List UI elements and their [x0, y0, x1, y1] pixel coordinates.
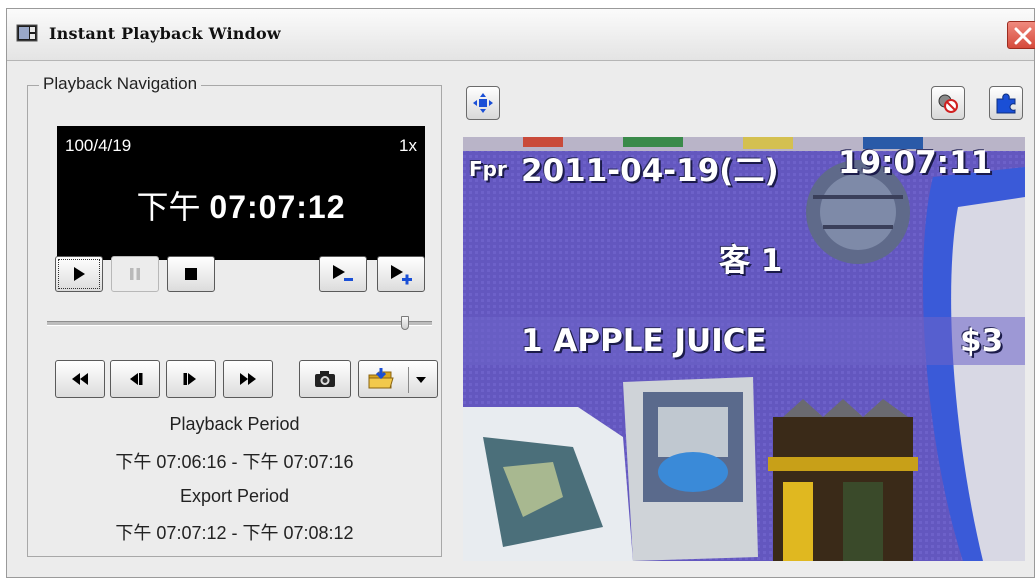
fast-rewind-button[interactable] — [55, 360, 105, 398]
play-icon — [74, 267, 85, 281]
playback-period-label: Playback Period — [169, 414, 300, 434]
fast-forward-button[interactable] — [223, 360, 273, 398]
display-time-prefix: 下午 — [136, 189, 201, 225]
window-app-icon — [16, 23, 38, 43]
display-time-value: 07:07:12 — [209, 189, 346, 225]
playback-slider-thumb[interactable] — [401, 316, 409, 330]
plugin-button[interactable] — [989, 86, 1023, 120]
no-audio-icon — [938, 94, 958, 113]
stop-icon — [185, 268, 197, 280]
osd-price: $3 — [960, 323, 1004, 359]
osd-date: 2011-04-19(二) — [521, 153, 779, 189]
step-back-button[interactable] — [110, 360, 160, 398]
osd-item: 1 APPLE JUICE — [521, 323, 767, 359]
display-date: 100/4/19 — [65, 136, 132, 155]
fast-rewind-icon — [72, 373, 88, 385]
chevron-down-icon[interactable] — [415, 376, 427, 384]
video-view[interactable]: Fpr 2011-04-19(二) 19:07:11 客 1 1 APPLE J… — [463, 137, 1025, 561]
step-forward-icon — [183, 373, 196, 385]
step-forward-button[interactable] — [166, 360, 216, 398]
osd-time: 19:07:11 — [838, 145, 993, 181]
playback-slider-track[interactable] — [47, 321, 432, 326]
export-period-label: Export Period — [179, 486, 290, 506]
export-button[interactable] — [358, 360, 438, 398]
faster-icon — [391, 265, 412, 285]
slower-icon — [333, 265, 353, 281]
puzzle-icon — [996, 93, 1016, 114]
step-back-icon — [130, 373, 143, 385]
window-title: Instant Playback Window — [49, 24, 281, 43]
fit-window-icon — [473, 93, 493, 113]
disable-audio-button[interactable] — [931, 86, 965, 120]
snapshot-button[interactable] — [299, 360, 351, 398]
play-button[interactable] — [55, 256, 103, 292]
playback-period-value: 下午 07:06:16 - 下午 07:07:16 — [115, 452, 354, 472]
time-display: 100/4/19 1x 下午 07:07:12 — [57, 126, 425, 260]
faster-button[interactable] — [377, 256, 425, 292]
pause-icon — [130, 268, 140, 280]
export-period-value: 下午 07:07:12 - 下午 07:08:12 — [115, 523, 354, 543]
osd-customer: 客 1 — [719, 243, 783, 279]
slower-button[interactable] — [319, 256, 367, 292]
export-folder-icon — [368, 368, 394, 389]
close-button[interactable] — [1007, 21, 1035, 49]
display-speed: 1x — [399, 136, 417, 155]
fast-forward-icon — [240, 373, 256, 385]
stop-button[interactable] — [167, 256, 215, 292]
camera-icon — [315, 371, 335, 387]
fit-window-button[interactable] — [466, 86, 500, 120]
close-icon — [1014, 27, 1032, 45]
display-time: 下午 07:07:12 — [57, 182, 425, 228]
title-bar[interactable]: Instant Playback Window — [7, 9, 1035, 61]
playback-navigation-legend: Playback Navigation — [39, 74, 202, 94]
export-split-divider — [408, 367, 409, 393]
pause-button[interactable] — [111, 256, 159, 292]
osd-prefix: Fpr — [469, 157, 507, 181]
